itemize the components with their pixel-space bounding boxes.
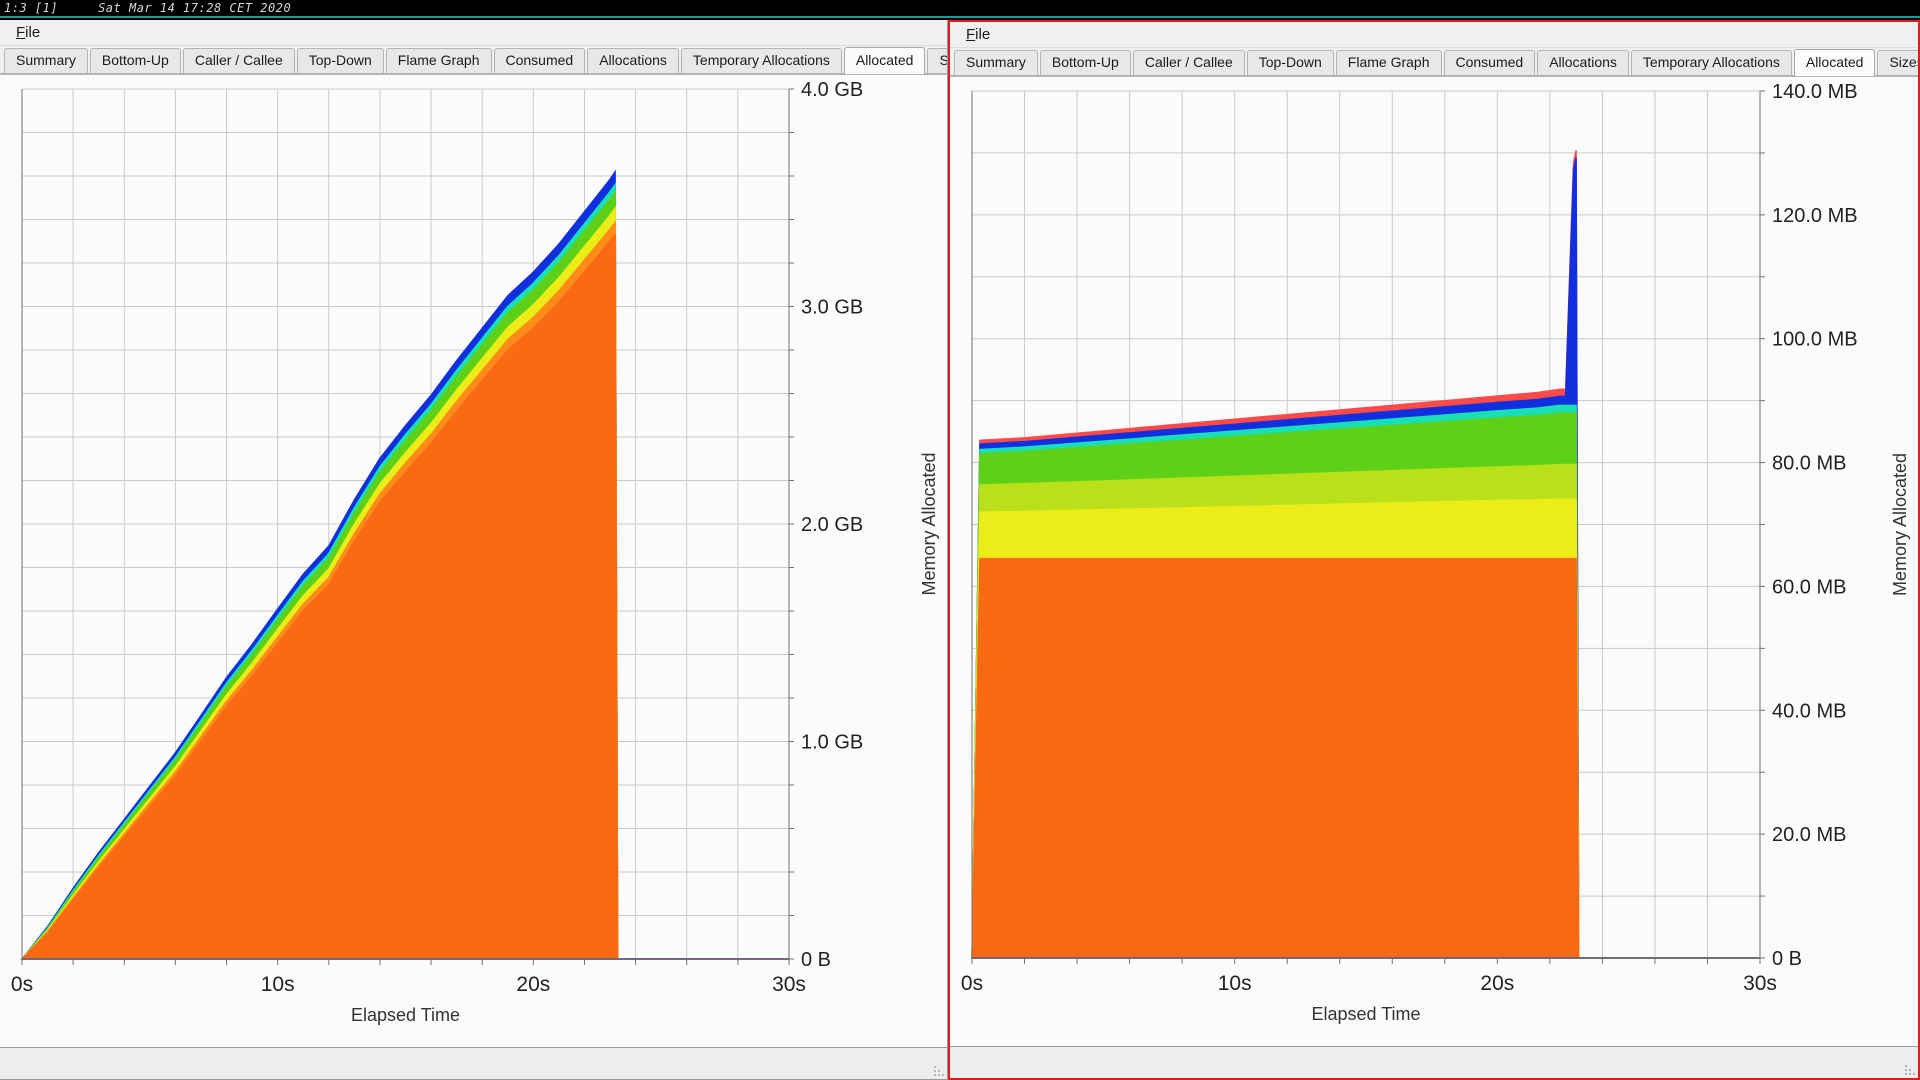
tmux-status-bar: 1:3 [1] Sat Mar 14 17:28 CET 2020 <box>0 0 1920 18</box>
menu-file-rest-right: ile <box>975 26 991 43</box>
tab-consumed[interactable]: Consumed <box>1443 50 1536 75</box>
y-tick-label: 60.0 MB <box>1772 576 1846 598</box>
x-tick-label: 0s <box>961 972 983 995</box>
tab-caller-callee[interactable]: Caller / Callee <box>1132 50 1245 75</box>
chart-right[interactable]: 0 B 20.0 MB 40.0 MB 60.0 MB 80.0 MB 100.0 MB 1… <box>950 76 1918 1046</box>
y-tick-label: 3.0 GB <box>801 297 863 319</box>
menubar-left: File <box>0 20 947 46</box>
statusbar-right <box>950 1046 1918 1078</box>
plot-area: 0 B 1.0 GB 2.0 GB 3.0 GB 4.0 GB 0s 10s 20s 30s El… <box>11 79 939 1025</box>
x-tick-label: 20s <box>1480 972 1514 995</box>
tab-flame-graph[interactable]: Flame Graph <box>1335 50 1442 75</box>
x-tick-label: 10s <box>1218 972 1252 995</box>
tab-temporary-allocations[interactable]: Temporary Allocations <box>680 48 842 73</box>
tab-top-down[interactable]: Top-Down <box>1246 50 1334 75</box>
menu-file-mnemonic-right: F <box>966 26 976 43</box>
y-tick-label: 140.0 MB <box>1772 81 1858 103</box>
y-tick-label: 0 B <box>1772 948 1802 970</box>
menu-file-left[interactable]: File <box>10 22 46 43</box>
x-tick-label: 10s <box>261 973 295 996</box>
tab-flame-graph[interactable]: Flame Graph <box>385 48 492 73</box>
window-right[interactable]: File Summary Bottom-Up Caller / Callee Top-… <box>948 20 1920 1080</box>
x-axis-title: Elapsed Time <box>1311 1004 1420 1024</box>
tab-summary[interactable]: Summary <box>4 48 88 73</box>
tab-allocated[interactable]: Allocated <box>1793 49 1876 76</box>
resize-grip-left[interactable] <box>932 1064 944 1076</box>
y-axis-title: Memory Allocated <box>1890 453 1910 596</box>
y-tick-label: 100.0 MB <box>1772 329 1858 351</box>
tabbar-right[interactable]: Summary Bottom-Up Caller / Callee Top-Down F… <box>950 48 1918 76</box>
window-left[interactable]: File Summary Bottom-Up Caller / Callee Top-… <box>0 20 948 1080</box>
tab-consumed[interactable]: Consumed <box>493 48 586 73</box>
tab-allocations[interactable]: Allocations <box>587 48 679 73</box>
tab-caller-callee[interactable]: Caller / Callee <box>182 48 295 73</box>
resize-grip-right[interactable] <box>1903 1063 1915 1075</box>
menu-file-mnemonic-left: F <box>16 24 26 41</box>
y-tick-label: 2.0 GB <box>801 514 863 536</box>
x-tick-label: 20s <box>516 973 550 996</box>
x-tick-label: 0s <box>11 973 33 996</box>
tab-sizes[interactable]: Sizes <box>927 48 947 73</box>
chart-left[interactable]: 0 B 1.0 GB 2.0 GB 3.0 GB 4.0 GB 0s 10s 20s 30s El… <box>0 74 947 1047</box>
menu-file-right[interactable]: File <box>960 24 996 45</box>
tab-allocations[interactable]: Allocations <box>1537 50 1629 75</box>
menubar-right: File <box>950 22 1918 48</box>
y-tick-label: 40.0 MB <box>1772 700 1846 722</box>
tab-top-down[interactable]: Top-Down <box>296 48 384 73</box>
tab-temporary-allocations[interactable]: Temporary Allocations <box>1630 50 1792 75</box>
tmux-clock: Sat Mar 14 17:28 CET 2020 <box>98 1 292 15</box>
y-tick-label: 0 B <box>801 949 831 971</box>
tabbar-left[interactable]: Summary Bottom-Up Caller / Callee Top-Down F… <box>0 46 947 74</box>
statusbar-left <box>0 1047 947 1079</box>
tab-sizes[interactable]: Sizes <box>1877 50 1918 75</box>
y-tick-label: 4.0 GB <box>801 79 863 101</box>
y-tick-label: 80.0 MB <box>1772 453 1846 475</box>
x-axis-title: Elapsed Time <box>351 1005 460 1025</box>
desktop: File Summary Bottom-Up Caller / Callee Top-… <box>0 20 1920 1080</box>
tab-bottom-up[interactable]: Bottom-Up <box>1039 50 1131 75</box>
tab-bottom-up[interactable]: Bottom-Up <box>89 48 181 73</box>
menu-file-rest-left: ile <box>25 24 41 41</box>
y-tick-label: 120.0 MB <box>1772 205 1858 227</box>
y-tick-label: 1.0 GB <box>801 732 863 754</box>
tmux-window-index: 1:3 [1] <box>4 1 59 15</box>
y-tick-label: 20.0 MB <box>1772 824 1846 846</box>
x-tick-label: 30s <box>1743 972 1777 995</box>
x-tick-label: 30s <box>772 973 806 996</box>
y-axis-title: Memory Allocated <box>919 452 939 595</box>
tab-summary[interactable]: Summary <box>954 50 1038 75</box>
plot-area: 0 B 20.0 MB 40.0 MB 60.0 MB 80.0 MB 100.0 MB 1… <box>961 81 1910 1024</box>
tab-allocated[interactable]: Allocated <box>843 47 926 74</box>
